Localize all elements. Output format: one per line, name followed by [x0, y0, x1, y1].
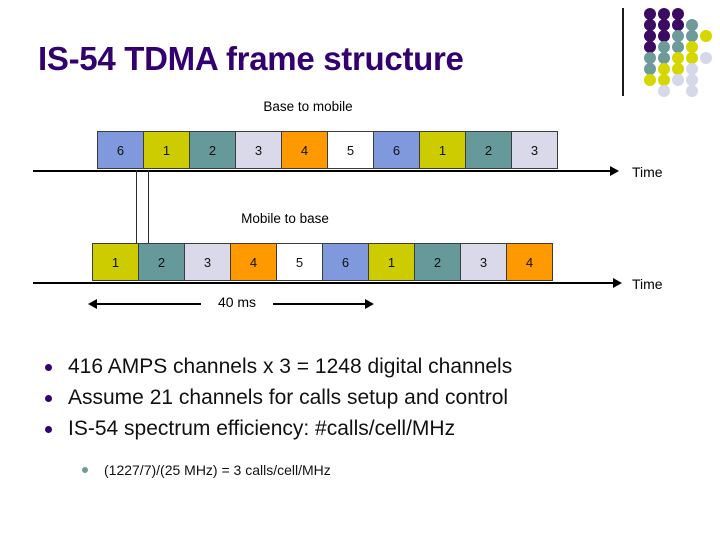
logo-dot	[658, 85, 670, 97]
time-slot: 2	[414, 243, 461, 281]
bullet-item: IS-54 spectrum efficiency: #calls/cell/M…	[36, 414, 686, 443]
bullet-item: 416 AMPS channels x 3 = 1248 digital cha…	[36, 352, 686, 381]
bullet-list: 416 AMPS channels x 3 = 1248 digital cha…	[36, 352, 686, 481]
frame-offset-connector-right	[148, 170, 149, 244]
time-slot: 3	[511, 131, 558, 169]
logo-dot	[700, 52, 712, 64]
time-slot: 6	[373, 131, 420, 169]
measure-line-left	[96, 303, 201, 305]
time-slot: 3	[184, 243, 231, 281]
time-slot: 2	[189, 131, 236, 169]
base-time-axis-label: Time	[632, 164, 663, 180]
time-slot: 1	[419, 131, 466, 169]
base-to-mobile-caption: Base to mobile	[263, 99, 353, 114]
mobile-time-axis-label: Time	[632, 276, 663, 292]
time-slot: 2	[465, 131, 512, 169]
logo-dot	[700, 30, 712, 42]
mobile-to-base-caption: Mobile to base	[241, 211, 329, 226]
base-time-axis-line	[33, 170, 612, 172]
decorative-dot-logo	[644, 8, 714, 98]
time-slot: 5	[276, 243, 323, 281]
logo-divider-rule	[622, 8, 624, 96]
frame-offset-connector-left	[136, 170, 137, 244]
frame-duration-measure: 40 ms	[88, 294, 378, 316]
bullet-item: Assume 21 channels for calls setup and c…	[36, 383, 686, 412]
logo-dot	[672, 74, 684, 86]
time-slot: 2	[138, 243, 185, 281]
base-to-mobile-slot-row: 6123456123	[97, 131, 558, 169]
time-slot: 4	[230, 243, 277, 281]
slide-canvas: IS-54 TDMA frame structure Base to mobil…	[0, 0, 720, 540]
time-slot: 3	[460, 243, 507, 281]
frame-duration-label: 40 ms	[217, 294, 257, 310]
time-slot: 4	[281, 131, 328, 169]
base-time-axis-arrowhead-icon	[610, 166, 619, 176]
measure-line-right	[273, 303, 365, 305]
page-title: IS-54 TDMA frame structure	[38, 40, 464, 77]
mobile-time-axis-line	[33, 282, 615, 284]
time-slot: 1	[92, 243, 139, 281]
time-slot: 1	[368, 243, 415, 281]
measure-arrowhead-right-icon	[365, 299, 374, 309]
time-slot: 1	[143, 131, 190, 169]
time-slot: 6	[322, 243, 369, 281]
sub-bullet-item: (1227/7)/(25 MHz) = 3 calls/cell/MHz	[36, 459, 686, 481]
time-slot: 5	[327, 131, 374, 169]
logo-dot	[644, 74, 656, 86]
mobile-to-base-slot-row: 1234561234	[92, 243, 553, 281]
time-slot: 6	[97, 131, 144, 169]
time-slot: 4	[506, 243, 553, 281]
time-slot: 3	[235, 131, 282, 169]
mobile-time-axis-arrowhead-icon	[613, 278, 622, 288]
logo-dot	[686, 85, 698, 97]
